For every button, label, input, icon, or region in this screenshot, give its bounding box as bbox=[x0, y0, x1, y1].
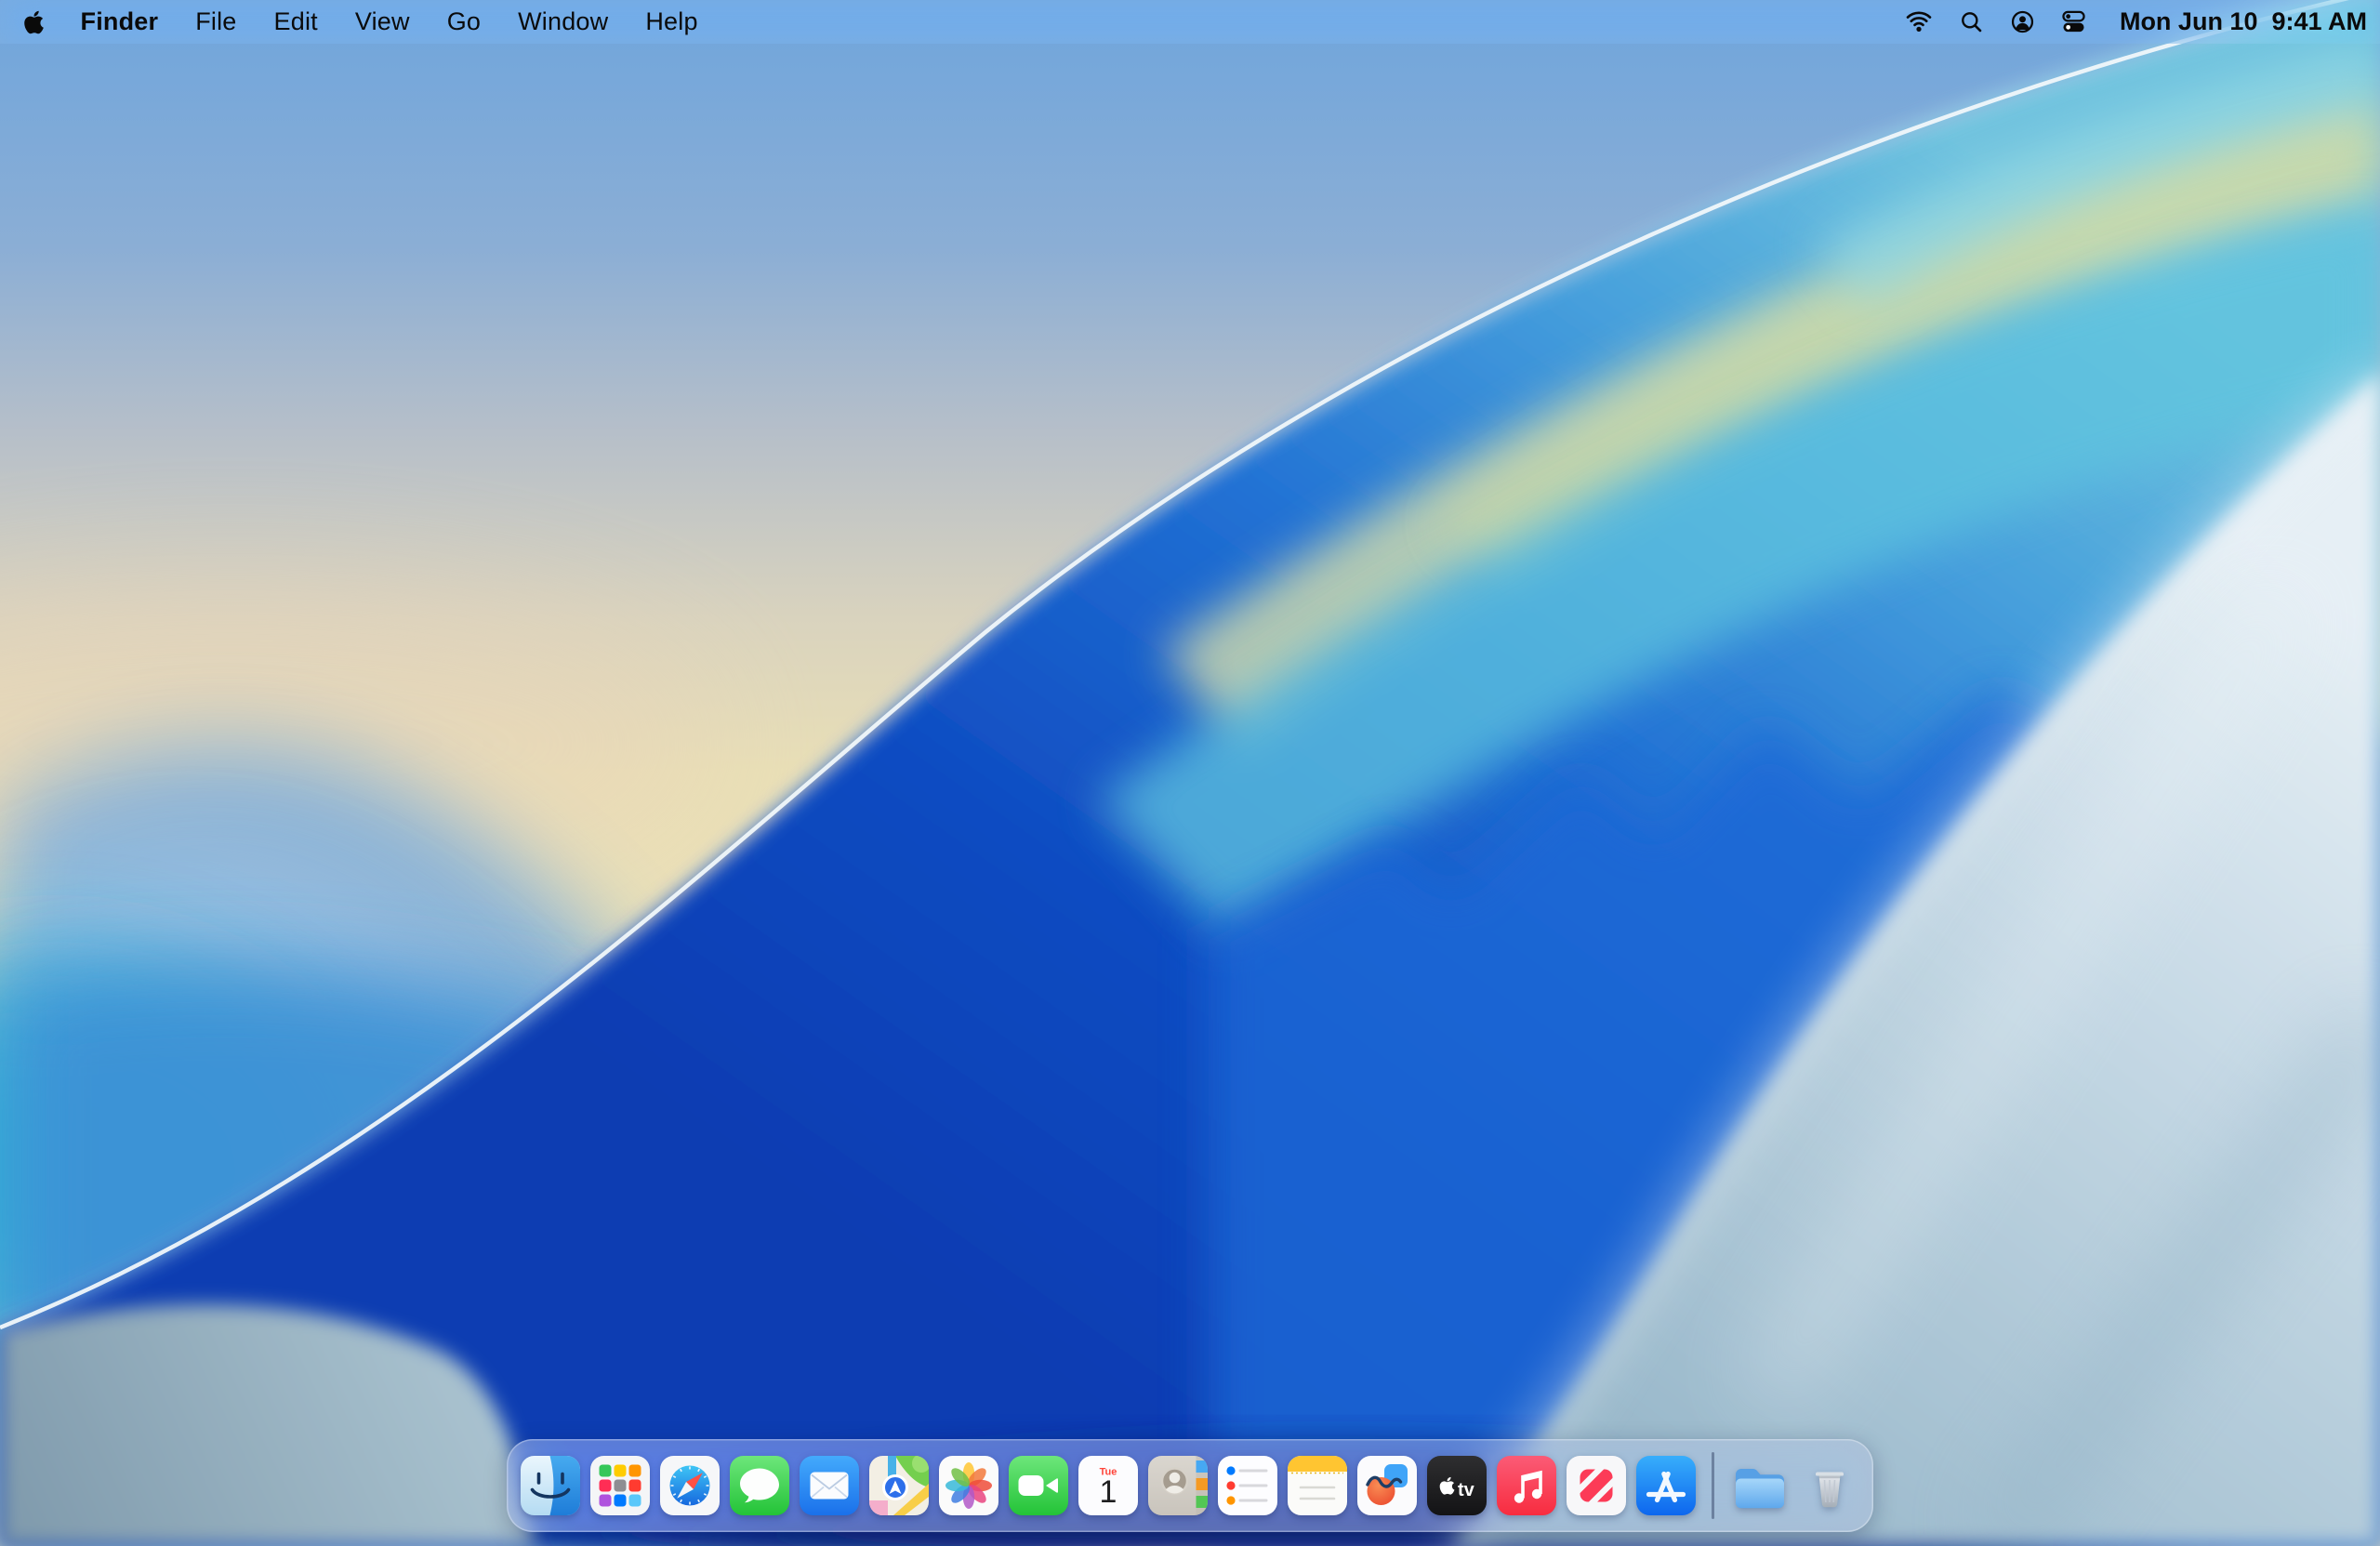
menu-bar-clock[interactable]: Mon Jun 10 9:41 AM bbox=[2120, 7, 2367, 36]
dock: Tue 1 tv bbox=[507, 1439, 1873, 1532]
dock-item-music[interactable] bbox=[1497, 1456, 1556, 1515]
menu-window[interactable]: Window bbox=[518, 7, 608, 36]
dock-item-launchpad[interactable] bbox=[590, 1456, 650, 1515]
wifi-icon[interactable] bbox=[1905, 9, 1933, 34]
dock-item-maps[interactable] bbox=[869, 1456, 929, 1515]
menu-bar-date: Mon Jun 10 bbox=[2120, 7, 2258, 36]
dock-item-messages[interactable] bbox=[730, 1456, 789, 1515]
dock-item-appstore[interactable] bbox=[1636, 1456, 1696, 1515]
svg-text:1: 1 bbox=[1100, 1474, 1117, 1510]
menu-bar-status: Mon Jun 10 9:41 AM bbox=[1905, 7, 2367, 36]
menu-file[interactable]: File bbox=[195, 7, 236, 36]
desktop-wallpaper bbox=[0, 0, 2380, 1546]
user-account-icon[interactable] bbox=[2010, 9, 2035, 34]
dock-item-mail[interactable] bbox=[800, 1456, 859, 1515]
dock-item-finder[interactable] bbox=[521, 1456, 580, 1515]
dock-item-appletv[interactable]: tv bbox=[1427, 1456, 1487, 1515]
dock-item-safari[interactable] bbox=[660, 1456, 720, 1515]
status-icons bbox=[1905, 9, 2086, 34]
menu-bar-left: Finder File Edit View Go Window Help bbox=[24, 7, 698, 36]
spotlight-search-icon[interactable] bbox=[1959, 9, 1984, 34]
control-center-icon[interactable] bbox=[2061, 9, 2086, 34]
apple-menu[interactable] bbox=[24, 9, 47, 35]
dock-item-news[interactable] bbox=[1567, 1456, 1626, 1515]
menu-bar-time: 9:41 AM bbox=[2271, 7, 2367, 36]
dock-item-freeform[interactable] bbox=[1357, 1456, 1417, 1515]
dock-item-reminders[interactable] bbox=[1218, 1456, 1277, 1515]
dock-item-trash[interactable] bbox=[1800, 1456, 1859, 1515]
app-menus: Finder File Edit View Go Window Help bbox=[81, 7, 698, 36]
svg-text:tv: tv bbox=[1458, 1480, 1475, 1500]
dock-item-notes[interactable] bbox=[1288, 1456, 1347, 1515]
menu-edit[interactable]: Edit bbox=[274, 7, 318, 36]
menu-bar: Finder File Edit View Go Window Help Mon Jun 1… bbox=[0, 0, 2380, 44]
menu-go[interactable]: Go bbox=[447, 7, 481, 36]
menu-view[interactable]: View bbox=[355, 7, 410, 36]
dock-item-photos[interactable] bbox=[939, 1456, 998, 1515]
dock-item-folder[interactable] bbox=[1730, 1456, 1790, 1515]
dock-item-facetime[interactable] bbox=[1009, 1456, 1068, 1515]
dock-item-calendar[interactable]: Tue 1 bbox=[1078, 1456, 1138, 1515]
menu-finder[interactable]: Finder bbox=[81, 7, 159, 36]
dock-item-contacts[interactable] bbox=[1148, 1456, 1208, 1515]
menu-help[interactable]: Help bbox=[645, 7, 697, 36]
dock-divider bbox=[1712, 1452, 1714, 1519]
